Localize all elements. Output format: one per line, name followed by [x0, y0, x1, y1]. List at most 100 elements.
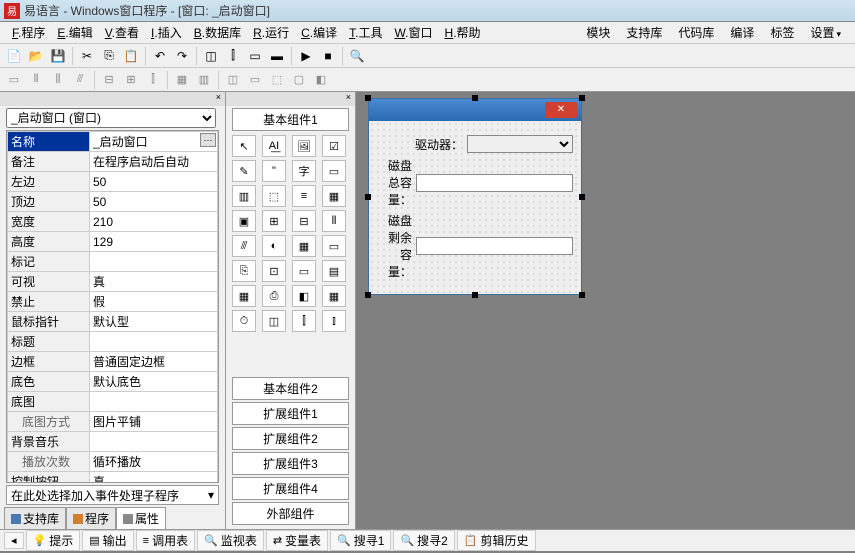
al-icon[interactable]: ⊟	[99, 70, 119, 90]
prop-value[interactable]: _启动窗口···	[90, 132, 218, 152]
prop-key[interactable]: 底图方式	[8, 412, 90, 432]
al-icon[interactable]: ▦	[172, 70, 192, 90]
btab-tip[interactable]: 💡提示	[26, 530, 81, 551]
prop-key[interactable]: 控制按钮	[8, 472, 90, 484]
al-icon[interactable]: ⫻	[70, 70, 90, 90]
prop-value[interactable]: 真	[90, 272, 218, 292]
input-free[interactable]	[416, 237, 573, 255]
resize-handle[interactable]	[579, 194, 585, 200]
prop-value[interactable]: 默认底色	[90, 372, 218, 392]
rmenu-module[interactable]: 模块	[578, 24, 618, 41]
component-category[interactable]: 基本组件2	[232, 377, 349, 400]
al-icon[interactable]: ◧	[311, 70, 331, 90]
tb-layout2-icon[interactable]: ⫿	[223, 46, 243, 66]
tb-undo-icon[interactable]: ↶	[150, 46, 170, 66]
panel-close-icon[interactable]: ×	[0, 92, 225, 106]
prop-key[interactable]: 备注	[8, 152, 90, 172]
rmenu-tag[interactable]: 标签	[762, 24, 802, 41]
component-button[interactable]: 🖼	[292, 135, 316, 157]
component-button[interactable]: ▥	[232, 185, 256, 207]
design-form[interactable]: ✕ 驱动器： 磁盘总容量： 磁盘剩余容量：	[368, 98, 582, 295]
tb-layout1-icon[interactable]: ◫	[201, 46, 221, 66]
component-button[interactable]: ▭	[292, 260, 316, 282]
dropdown-icon[interactable]: ▾	[208, 488, 214, 502]
component-button[interactable]: ◐	[262, 235, 286, 257]
component-button[interactable]: ▦	[232, 285, 256, 307]
prop-value[interactable]: 129	[90, 232, 218, 252]
menu-edit[interactable]: E.编辑	[51, 24, 98, 41]
property-grid[interactable]: 名称_启动窗口···备注在程序启动后自动左边50顶边50宽度210高度129标记…	[6, 130, 219, 483]
rmenu-codelib[interactable]: 代码库	[670, 24, 722, 41]
prop-key[interactable]: 顶边	[8, 192, 90, 212]
prop-value[interactable]: 210	[90, 212, 218, 232]
prop-value[interactable]: 图片平铺	[90, 412, 218, 432]
prop-key[interactable]: 底图	[8, 392, 90, 412]
tab-support[interactable]: 支持库	[4, 507, 66, 529]
component-button[interactable]: "	[262, 160, 286, 182]
prop-key[interactable]: 标记	[8, 252, 90, 272]
prop-value[interactable]: 普通固定边框	[90, 352, 218, 372]
rmenu-settings[interactable]: 设置	[802, 24, 849, 41]
prop-key[interactable]: 底色	[8, 372, 90, 392]
resize-handle[interactable]	[472, 292, 478, 298]
tb-layout3-icon[interactable]: ▭	[245, 46, 265, 66]
resize-handle[interactable]	[365, 95, 371, 101]
component-button[interactable]: ⏱	[232, 310, 256, 332]
al-icon[interactable]: ⫼	[48, 70, 68, 90]
component-button[interactable]: ⎙	[262, 285, 286, 307]
btab-call[interactable]: ≡调用表	[136, 530, 195, 551]
component-button[interactable]: ⊡	[262, 260, 286, 282]
component-button[interactable]: ▦	[292, 235, 316, 257]
tb-cut-icon[interactable]: ✂	[77, 46, 97, 66]
component-button[interactable]: ▭	[322, 235, 346, 257]
tb-copy-icon[interactable]: ⎘	[99, 46, 119, 66]
menu-run[interactable]: R.运行	[247, 24, 295, 41]
component-button[interactable]: ▤	[322, 260, 346, 282]
form-close-button[interactable]: ✕	[545, 102, 577, 118]
component-button[interactable]: ⫴	[322, 210, 346, 232]
prop-value[interactable]: 真	[90, 472, 218, 484]
component-button[interactable]: 字	[292, 160, 316, 182]
al-icon[interactable]: ⊞	[121, 70, 141, 90]
btab-output[interactable]: ▤输出	[82, 530, 133, 551]
prop-value[interactable]	[90, 332, 218, 352]
component-category[interactable]: 扩展组件3	[232, 452, 349, 475]
component-button[interactable]: ⫻	[232, 235, 256, 257]
component-category[interactable]: 外部组件	[232, 502, 349, 525]
prop-key[interactable]: 边框	[8, 352, 90, 372]
component-button[interactable]: ↖	[232, 135, 256, 157]
btab-prev[interactable]: ◂	[4, 532, 24, 549]
tb-redo-icon[interactable]: ↷	[172, 46, 192, 66]
resize-handle[interactable]	[365, 194, 371, 200]
prop-key[interactable]: 高度	[8, 232, 90, 252]
prop-value[interactable]	[90, 252, 218, 272]
component-button[interactable]: ⫿	[292, 310, 316, 332]
form-designer-canvas[interactable]: ✕ 驱动器： 磁盘总容量： 磁盘剩余容量：	[356, 92, 855, 529]
al-icon[interactable]: ⬚	[267, 70, 287, 90]
al-icon[interactable]: ▥	[194, 70, 214, 90]
component-button[interactable]: ✎	[232, 160, 256, 182]
prop-key[interactable]: 背景音乐	[8, 432, 90, 452]
prop-key[interactable]: 宽度	[8, 212, 90, 232]
prop-key[interactable]: 禁止	[8, 292, 90, 312]
resize-handle[interactable]	[472, 95, 478, 101]
prop-value[interactable]: 50	[90, 192, 218, 212]
menu-help[interactable]: H.帮助	[439, 24, 487, 41]
component-category[interactable]: 扩展组件2	[232, 427, 349, 450]
menu-db[interactable]: B.数据库	[188, 24, 247, 41]
menu-window[interactable]: W.窗口	[389, 24, 439, 41]
resize-handle[interactable]	[579, 95, 585, 101]
rmenu-compile[interactable]: 编译	[722, 24, 762, 41]
menu-view[interactable]: V.查看	[99, 24, 145, 41]
prop-key[interactable]: 可视	[8, 272, 90, 292]
tb-run-icon[interactable]: ▶	[296, 46, 316, 66]
tb-open-icon[interactable]: 📂	[26, 46, 46, 66]
al-icon[interactable]: ◫	[223, 70, 243, 90]
btab-find1[interactable]: 🔍搜寻1	[330, 530, 391, 551]
component-button[interactable]: ▣	[232, 210, 256, 232]
component-button[interactable]: ▭	[322, 160, 346, 182]
tb-new-icon[interactable]: 📄	[4, 46, 24, 66]
tb-save-icon[interactable]: 💾	[48, 46, 68, 66]
menu-file[interactable]: F.程序	[6, 24, 51, 41]
prop-more-button[interactable]: ···	[200, 133, 216, 147]
